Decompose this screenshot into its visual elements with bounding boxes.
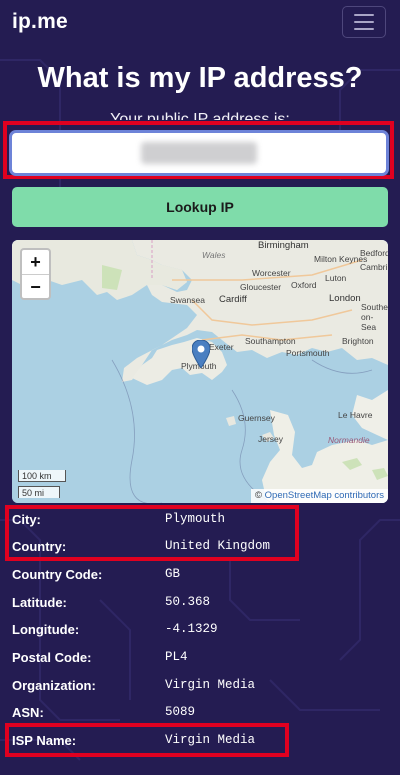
detail-row-organization: Organization: Virgin Media <box>12 678 392 698</box>
ip-address-input[interactable] <box>9 130 389 176</box>
hamburger-line <box>354 28 374 30</box>
map-label-southend: Southend-on-Sea <box>361 302 388 332</box>
map-label-brighton: Brighton <box>342 336 374 346</box>
map-label-gloucester: Gloucester <box>240 282 282 292</box>
map-label-birmingham: Birmingham <box>258 240 309 251</box>
map-attribution: © OpenStreetMap contributors <box>251 489 388 503</box>
map-label-swansea: Swansea <box>170 295 205 305</box>
map-label-london: London <box>329 293 361 304</box>
zoom-in-button[interactable]: + <box>22 250 49 275</box>
detail-label: Country Code: <box>12 567 103 582</box>
map-label-luton: Luton <box>325 273 347 283</box>
detail-label: ASN: <box>12 705 44 720</box>
detail-row-country-code: Country Code: GB <box>12 567 392 587</box>
detail-label: Postal Code: <box>12 650 92 665</box>
blurred-ip-value <box>141 142 257 164</box>
map-scale-km: 100 km <box>18 470 66 482</box>
map-label-guernsey: Guernsey <box>238 413 275 423</box>
location-marker-icon[interactable] <box>192 340 210 368</box>
map-label-jersey: Jersey <box>258 434 284 444</box>
detail-value: GB <box>165 567 181 581</box>
detail-value: 50.368 <box>165 595 211 609</box>
detail-row-longitude: Longitude: -4.1329 <box>12 622 392 642</box>
map-label-normandie: Normandie <box>328 435 370 445</box>
detail-row-postal-code: Postal Code: PL4 <box>12 650 392 670</box>
hamburger-line <box>354 21 374 23</box>
detail-value: 5089 <box>165 705 196 719</box>
menu-toggle-button[interactable] <box>342 6 386 38</box>
detail-value: Virgin Media <box>165 678 256 692</box>
map-label-le-havre: Le Havre <box>338 410 373 420</box>
map-label-oxford: Oxford <box>291 280 317 290</box>
detail-value: PL4 <box>165 650 188 664</box>
map-zoom-control: + − <box>20 248 51 300</box>
brand-logo[interactable]: ip.me <box>12 10 68 34</box>
osm-attribution-link[interactable]: OpenStreetMap contributors <box>265 490 384 501</box>
map-label-bedford: Bedford <box>360 248 388 258</box>
top-navbar: ip.me <box>0 0 400 44</box>
detail-label: Organization: <box>12 678 96 693</box>
lookup-ip-button[interactable]: Lookup IP <box>12 187 388 227</box>
detail-row-asn: ASN: 5089 <box>12 705 392 725</box>
detail-row-latitude: Latitude: 50.368 <box>12 595 392 615</box>
page-title: What is my IP address? <box>37 62 363 94</box>
location-map[interactable]: Birmingham Milton Keynes Cambri Bedford … <box>12 240 388 503</box>
map-label-exeter: Exeter <box>209 342 234 352</box>
detail-label: Longitude: <box>12 622 80 637</box>
location-highlight-box <box>5 505 299 561</box>
map-label-cardiff: Cardiff <box>219 294 247 305</box>
map-label-worcester: Worcester <box>252 268 291 278</box>
copyright-symbol: © <box>255 490 263 501</box>
detail-label: Latitude: <box>12 595 67 610</box>
map-label-portsmouth: Portsmouth <box>286 348 330 358</box>
page-subtitle: Your public IP address is: <box>110 111 290 120</box>
zoom-out-button[interactable]: − <box>22 275 49 298</box>
map-label-cambridge: Cambri <box>360 262 388 272</box>
map-scale-mi: 50 mi <box>18 486 60 498</box>
hamburger-line <box>354 14 374 16</box>
map-label-southampton: Southampton <box>245 336 296 346</box>
map-label-wales: Wales <box>202 250 226 260</box>
detail-value: -4.1329 <box>165 622 218 636</box>
isp-highlight-box <box>5 723 289 757</box>
